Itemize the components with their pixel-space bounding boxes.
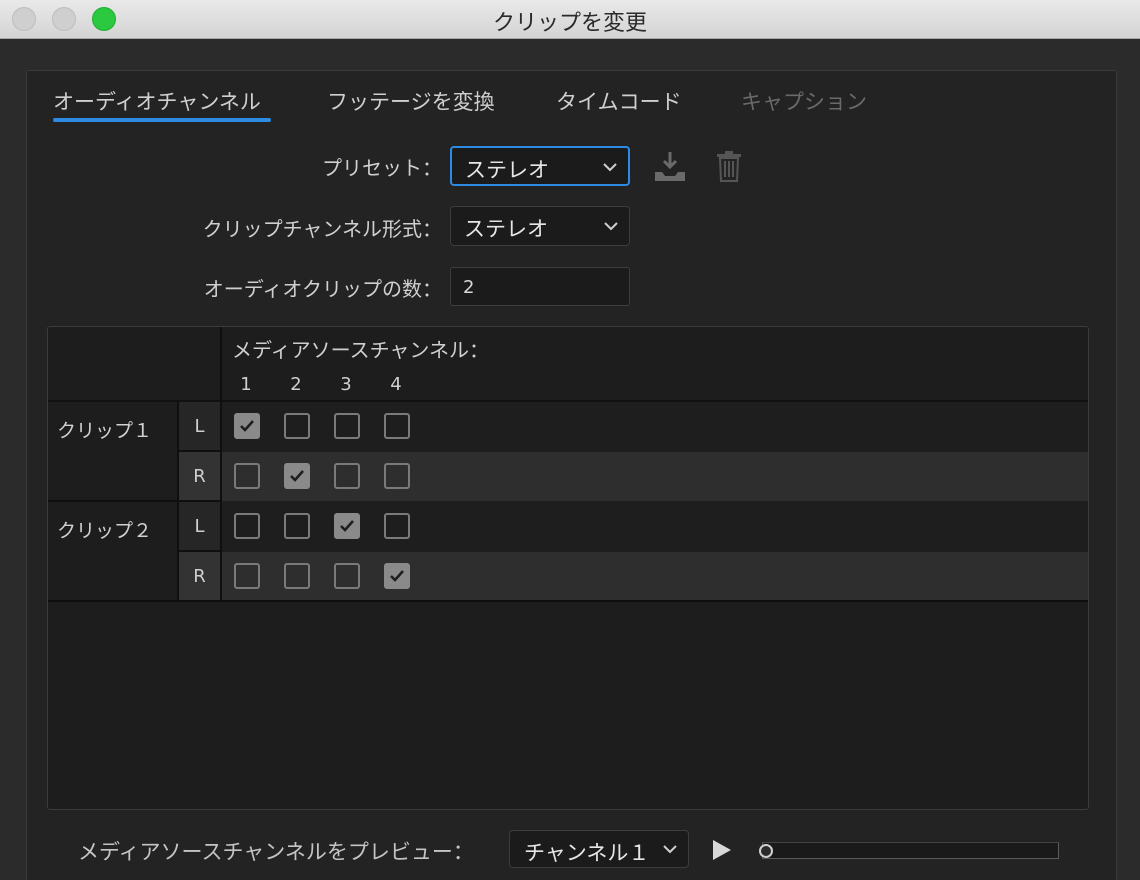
window-title: クリップを変更 — [492, 11, 647, 36]
checkmark-icon — [340, 520, 354, 532]
channel-label: R — [193, 566, 206, 587]
channel-checkbox[interactable] — [384, 413, 410, 439]
channel-cell: L — [179, 502, 220, 551]
channel-checkbox[interactable] — [234, 513, 260, 539]
tab-audio-channels[interactable]: オーディオチャンネル — [53, 86, 261, 116]
checkmark-icon — [290, 470, 304, 482]
preview-position-slider[interactable] — [762, 842, 1059, 859]
channel-checkbox[interactable] — [384, 463, 410, 489]
download-icon[interactable] — [653, 150, 687, 182]
channel-checkbox[interactable] — [284, 513, 310, 539]
tab-timecode[interactable]: タイムコード — [556, 86, 682, 116]
header-divider — [48, 400, 1088, 402]
title-bar: クリップを変更 — [0, 0, 1140, 39]
channel-checkbox[interactable] — [234, 463, 260, 489]
channel-format-value: ステレオ — [464, 217, 548, 241]
divider — [48, 500, 221, 502]
checkmark-icon — [240, 420, 254, 432]
channel-checkbox[interactable] — [334, 413, 360, 439]
play-icon[interactable] — [711, 839, 733, 861]
clip-count-value: 2 — [463, 277, 475, 298]
column-header: 3 — [340, 374, 352, 395]
channel-format-select[interactable]: ステレオ — [450, 206, 630, 246]
preview-label: メディアソースチャンネルをプレビュー： — [78, 840, 474, 864]
active-tab-indicator — [53, 118, 271, 122]
clip-count-input[interactable]: 2 — [450, 267, 630, 306]
channel-checkbox[interactable] — [384, 563, 410, 589]
clip-count-label: オーディオクリップの数： — [203, 277, 442, 301]
channel-checkbox[interactable] — [334, 563, 360, 589]
chevron-down-icon — [604, 222, 618, 231]
preset-value: ステレオ — [465, 158, 549, 182]
channel-checkbox[interactable] — [284, 413, 310, 439]
matrix-header: メディアソースチャンネル： — [232, 338, 489, 362]
divider — [220, 327, 222, 602]
channel-label: L — [194, 416, 205, 437]
channel-checkbox[interactable] — [234, 413, 260, 439]
channel-label: L — [194, 516, 205, 537]
divider — [48, 600, 1088, 602]
column-header: 2 — [290, 374, 302, 395]
column-header: 1 — [240, 374, 252, 395]
channel-format-label: クリップチャンネル形式： — [202, 217, 442, 241]
tab-captions[interactable]: キャプション — [741, 86, 867, 116]
channel-checkbox[interactable] — [234, 563, 260, 589]
channel-cell: R — [179, 452, 220, 501]
checkmark-icon — [390, 570, 404, 582]
channel-checkbox[interactable] — [284, 463, 310, 489]
channel-checkbox[interactable] — [384, 513, 410, 539]
slider-thumb[interactable] — [759, 844, 773, 858]
trash-icon[interactable] — [716, 150, 742, 182]
preset-label: プリセット： — [322, 156, 442, 180]
clip-label: クリップ１ — [57, 420, 153, 442]
preview-channel-select[interactable]: チャンネル１ — [509, 830, 689, 868]
tab-interpret-footage[interactable]: フッテージを変換 — [327, 86, 495, 116]
divider — [179, 450, 221, 452]
chevron-down-icon — [603, 163, 617, 172]
channel-checkbox[interactable] — [284, 563, 310, 589]
column-header: 4 — [390, 374, 402, 395]
channel-cell: R — [179, 552, 220, 601]
chevron-down-icon — [663, 845, 677, 854]
preset-select[interactable]: ステレオ — [450, 146, 630, 186]
channel-checkbox[interactable] — [334, 513, 360, 539]
channel-checkbox[interactable] — [334, 463, 360, 489]
preview-channel-value: チャンネル１ — [524, 841, 650, 865]
clip-label: クリップ２ — [57, 520, 153, 542]
divider — [179, 550, 221, 552]
channel-label: R — [193, 466, 206, 487]
channel-cell: L — [179, 402, 220, 451]
